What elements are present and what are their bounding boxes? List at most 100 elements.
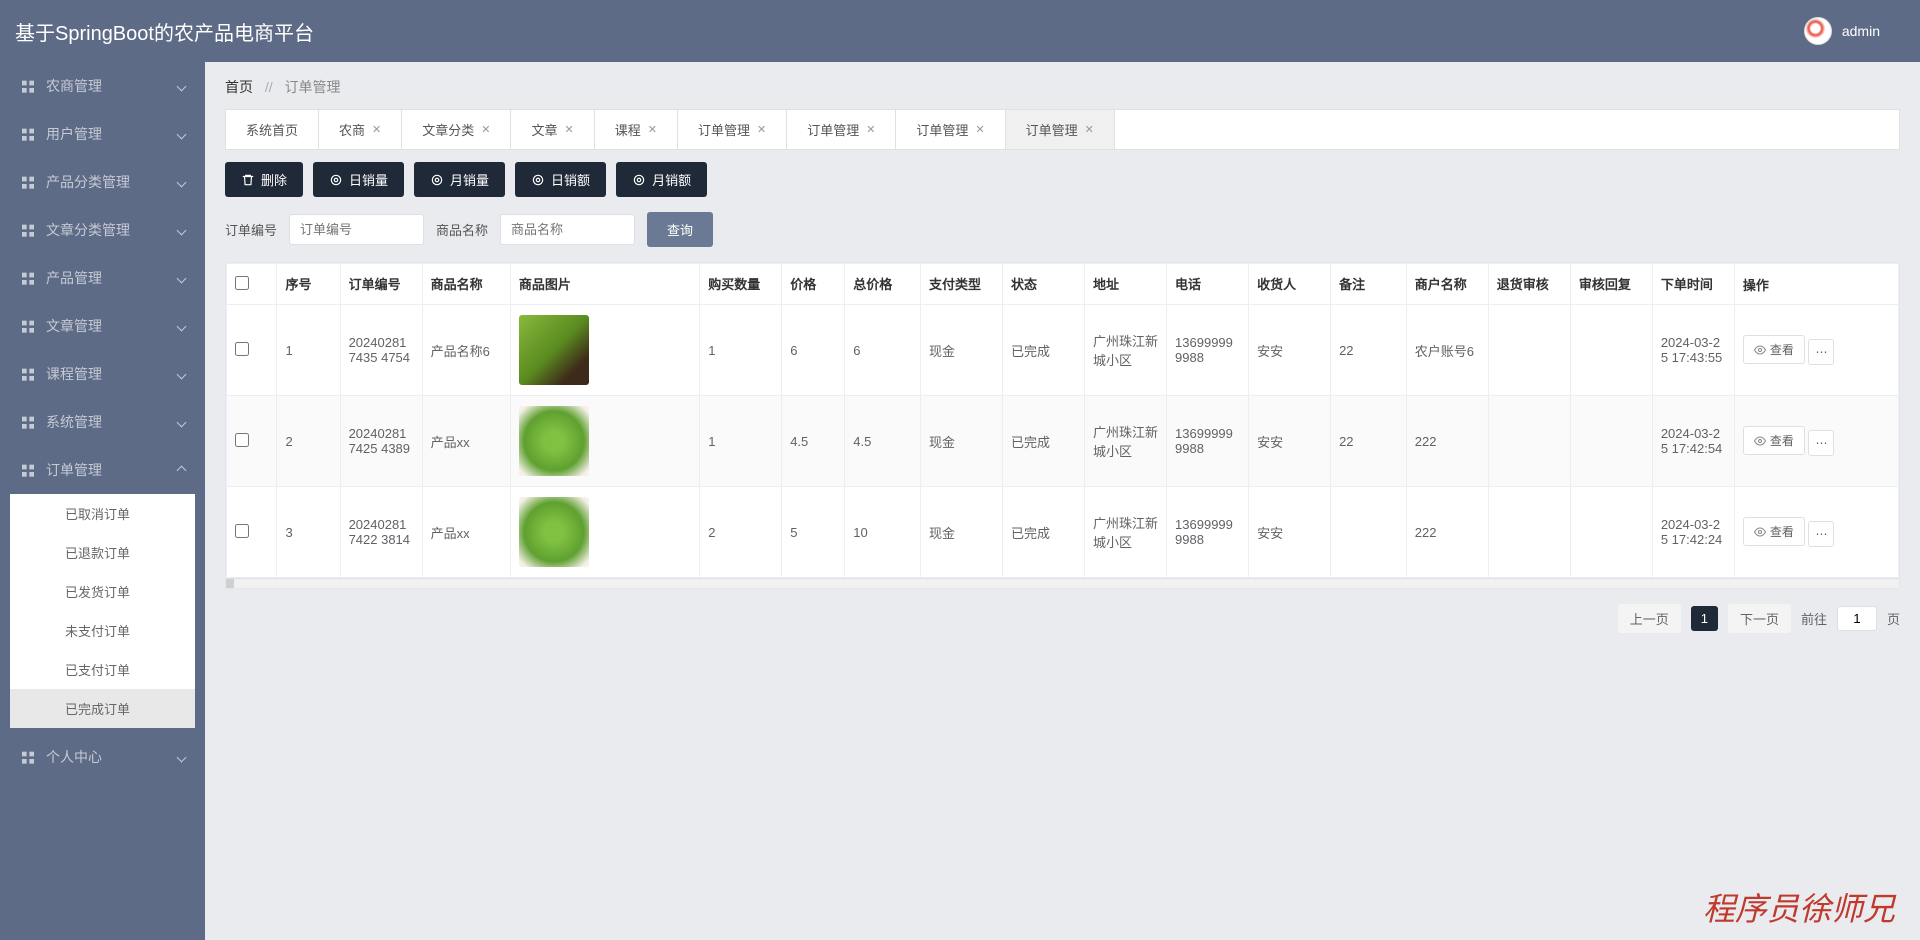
breadcrumb-home[interactable]: 首页 [225,79,253,95]
sidebar-item-0[interactable]: 农商管理 [0,62,205,110]
col-header-time[interactable]: 下单时间 [1652,264,1734,305]
view-button[interactable]: 查看 [1743,517,1805,546]
tab-1[interactable]: 农商✕ [319,110,402,149]
close-icon[interactable]: ✕ [975,123,984,136]
tab-0[interactable]: 系统首页 [226,110,319,149]
submenu-item-3[interactable]: 未支付订单 [10,611,195,650]
prev-page-button[interactable]: 上一页 [1618,604,1681,633]
close-icon[interactable]: ✕ [757,123,766,136]
next-page-button[interactable]: 下一页 [1728,604,1791,633]
sort-icon [1204,277,1212,294]
submenu-item-2[interactable]: 已发货订单 [10,572,195,611]
tab-label: 系统首页 [246,120,298,139]
col-header-tel[interactable]: 电话 [1167,264,1249,305]
tab-6[interactable]: 订单管理✕ [787,110,896,149]
col-header-qty[interactable]: 购买数量 [700,264,782,305]
toolbar: 删除 日销量 月销量 日销额 月销额 [225,162,1900,197]
cell-phone: 136999999988 [1167,396,1249,487]
submenu-item-1[interactable]: 已退款订单 [10,533,195,572]
sidebar-item-4[interactable]: 产品管理 [0,254,205,302]
sidebar-item-5[interactable]: 文章管理 [0,302,205,350]
tab-8[interactable]: 订单管理✕ [1006,110,1115,149]
cell-time: 2024-03-25 17:42:24 [1652,487,1734,578]
row-checkbox[interactable] [235,524,249,538]
col-header-pay[interactable]: 支付类型 [921,264,1003,305]
sort-icon [1122,277,1130,294]
col-header-total[interactable]: 总价格 [845,264,921,305]
close-icon[interactable]: ✕ [565,123,574,136]
order-no-input[interactable] [289,214,424,245]
view-button[interactable]: 查看 [1743,335,1805,364]
sidebar-item-label: 个人中心 [46,747,102,767]
query-button[interactable]: 查询 [647,212,713,247]
col-header-rec[interactable]: 收货人 [1249,264,1331,305]
cell-merchant: 农户账号6 [1406,305,1488,396]
horizontal-scrollbar[interactable] [226,578,1899,588]
sidebar-item-2[interactable]: 产品分类管理 [0,158,205,206]
chevron-up-icon [177,465,187,475]
close-icon[interactable]: ✕ [1085,123,1094,136]
view-button[interactable]: 查看 [1743,426,1805,455]
product-image [519,315,589,385]
daily-revenue-button[interactable]: 日销额 [515,162,606,197]
close-icon[interactable]: ✕ [481,123,490,136]
col-header-img[interactable]: 商品图片 [510,264,699,305]
cell-receiver: 安安 [1249,487,1331,578]
col-header-seq[interactable]: 序号 [277,264,340,305]
submenu-item-0[interactable]: 已取消订单 [10,494,195,533]
col-header-pname[interactable]: 商品名称 [422,264,510,305]
sidebar-item-8[interactable]: 订单管理 [0,446,205,494]
sidebar-item-label: 用户管理 [46,124,102,144]
sidebar-item-9[interactable]: 个人中心 [0,733,205,781]
col-header-stat[interactable]: 状态 [1003,264,1085,305]
cell-price: 5 [782,487,845,578]
col-header-merch[interactable]: 商户名称 [1406,264,1488,305]
more-button[interactable]: ⋯ [1808,339,1834,365]
sidebar-item-6[interactable]: 课程管理 [0,350,205,398]
chevron-down-icon [177,81,187,91]
eye-icon [1754,526,1766,538]
cell-status: 已完成 [1003,396,1085,487]
sidebar-item-1[interactable]: 用户管理 [0,110,205,158]
close-icon[interactable]: ✕ [866,123,875,136]
col-header-ret[interactable]: 退货审核 [1488,264,1570,305]
submenu-item-4[interactable]: 已支付订单 [10,650,195,689]
row-checkbox[interactable] [235,433,249,447]
row-checkbox[interactable] [235,342,249,356]
sidebar-item-3[interactable]: 文章分类管理 [0,206,205,254]
tab-2[interactable]: 文章分类✕ [402,110,511,149]
col-header-price[interactable]: 价格 [782,264,845,305]
tab-5[interactable]: 订单管理✕ [678,110,787,149]
delete-button[interactable]: 删除 [225,162,303,197]
col-header-ord[interactable]: 订单编号 [340,264,422,305]
more-button[interactable]: ⋯ [1808,430,1834,456]
cell-qty: 1 [700,305,782,396]
col-header-rep[interactable]: 审核回复 [1570,264,1652,305]
more-button[interactable]: ⋯ [1808,521,1834,547]
select-all-checkbox[interactable] [235,276,249,290]
cell-phone: 136999999988 [1167,305,1249,396]
sidebar-item-7[interactable]: 系统管理 [0,398,205,446]
cell-reply [1570,305,1652,396]
table-row: 1202402817435 4754产品名称6166现金已完成广州珠江新城小区1… [227,305,1899,396]
col-header-note[interactable]: 备注 [1331,264,1407,305]
tab-7[interactable]: 订单管理 ✕ [896,110,1005,149]
daily-sales-button[interactable]: 日销量 [313,162,404,197]
col-header-addr[interactable]: 地址 [1085,264,1167,305]
close-icon[interactable]: ✕ [648,123,657,136]
chevron-down-icon [177,752,187,762]
goto-input[interactable] [1837,606,1877,631]
monthly-revenue-button[interactable]: 月销额 [616,162,707,197]
close-icon[interactable]: ✕ [372,123,381,136]
user-menu[interactable]: admin [1804,17,1880,45]
tab-label: 订单管理 [916,120,968,139]
sort-icon [984,277,992,294]
submenu-item-5[interactable]: 已完成订单 [10,689,195,728]
product-name-input[interactable] [500,214,635,245]
tab-3[interactable]: 文章✕ [511,110,594,149]
cell-note: 22 [1331,305,1407,396]
tab-4[interactable]: 课程✕ [595,110,678,149]
current-page[interactable]: 1 [1691,606,1718,631]
monthly-sales-button[interactable]: 月销量 [414,162,505,197]
sort-icon [314,277,322,294]
